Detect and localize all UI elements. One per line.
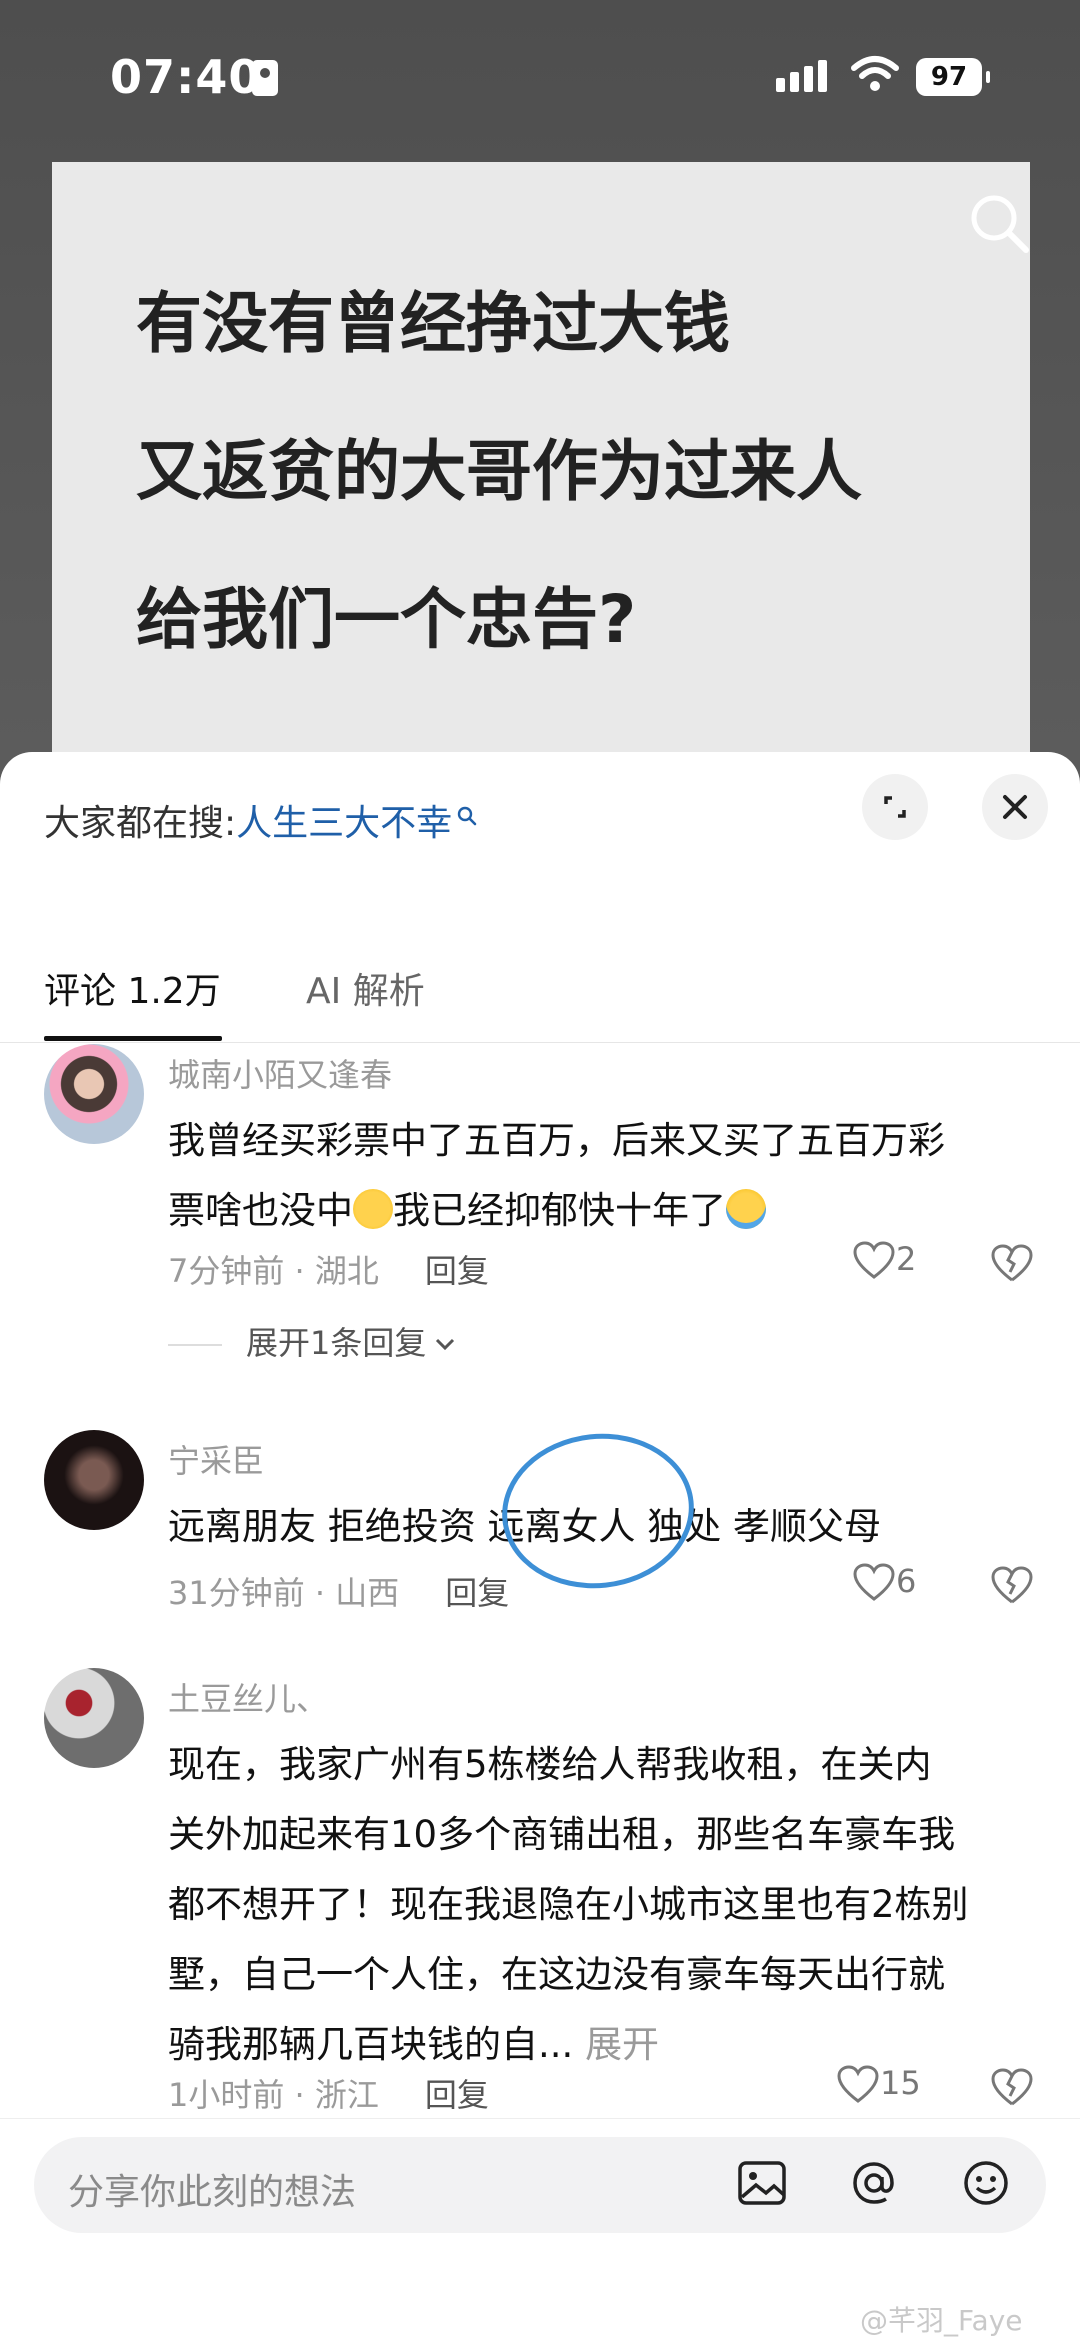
post-title-line: 有没有曾经挣过大钱 <box>136 285 730 362</box>
search-icon <box>457 806 477 826</box>
comment-text-line: 票啥也没中 <box>168 1189 353 1232</box>
post-image-card[interactable]: 有没有曾经挣过大钱 又返贫的大哥作为过来人 给我们一个忠告? <box>52 162 1030 762</box>
heart-icon <box>837 2065 879 2103</box>
comment-text-line: 我曾经买彩票中了五百万，后来又买了五百万彩 <box>168 1119 945 1162</box>
comment-text-line: 墅，自己一个人住，在这边没有豪车每天出行就 <box>168 1953 945 1996</box>
search-icon[interactable] <box>968 192 1032 256</box>
expand-text-link[interactable]: 展开 <box>585 2023 659 2066</box>
expand-replies-label: 展开1条回复 <box>246 1324 427 1362</box>
comment-time-location: 7分钟前 · 湖北 <box>168 1252 379 1290</box>
comment-meta: 1小时前 · 浙江 回复 <box>168 2070 489 2116</box>
comment-text-line: 骑我那辆几百块钱的自... <box>168 2023 574 2066</box>
broken-heart-icon[interactable] <box>990 2068 1034 2108</box>
post-title-line: 给我们一个忠告? <box>136 581 637 658</box>
like-button[interactable]: 15 <box>836 2064 921 2105</box>
expand-icon <box>884 796 906 818</box>
heart-icon <box>853 1563 895 1601</box>
comment-text: 现在，我家广州有5栋楼给人帮我收租，在关内 关外加起来有10多个商铺出租，那些名… <box>168 1730 1028 2080</box>
at-icon[interactable] <box>844 2153 904 2213</box>
close-button[interactable] <box>982 774 1048 840</box>
battery-indicator: 97 <box>916 58 990 96</box>
status-time: 07:40 <box>110 50 262 104</box>
hot-search[interactable]: 大家都在搜:人生三大不幸 <box>44 794 478 846</box>
post-title-line: 又返贫的大哥作为过来人 <box>136 433 862 510</box>
comment-meta: 31分钟前 · 山西 回复 <box>168 1568 509 1614</box>
comment-text-line: 都不想开了！现在我退隐在小城市这里也有2栋别 <box>168 1883 969 1926</box>
comment-text-line: 我已经抑郁快十年了 <box>393 1189 726 1232</box>
avatar[interactable] <box>44 1430 144 1530</box>
like-button[interactable]: 6 <box>852 1562 916 1603</box>
active-tab-indicator <box>44 1036 222 1041</box>
expand-button[interactable] <box>862 774 928 840</box>
heart-icon <box>853 1241 895 1279</box>
comment-time-location: 31分钟前 · 山西 <box>168 1574 400 1612</box>
crying-emoji-icon <box>726 1189 766 1229</box>
avatar[interactable] <box>44 1044 144 1144</box>
reply-button[interactable]: 回复 <box>425 2076 489 2114</box>
comment-time-location: 1小时前 · 浙江 <box>168 2076 379 2114</box>
reply-button[interactable]: 回复 <box>445 1574 509 1612</box>
comment-input[interactable]: 分享你此刻的想法 <box>34 2137 1046 2233</box>
chevron-down-icon <box>436 1338 455 1351</box>
tab-ai-analysis[interactable]: AI 解析 <box>306 962 425 1014</box>
tab-bar: 评论 1.2万 AI 解析 <box>0 902 1080 1043</box>
like-count: 6 <box>896 1562 917 1600</box>
like-count: 2 <box>896 1240 917 1278</box>
wifi-icon <box>851 56 899 91</box>
watermark: @芊羽_Faye <box>860 2304 1023 2337</box>
like-button[interactable]: 2 <box>852 1240 916 1281</box>
comment-composer: 分享你此刻的想法 @芊羽_Faye <box>0 2118 1080 2342</box>
comment-input-placeholder: 分享你此刻的想法 <box>68 2172 357 2213</box>
hot-search-prefix: 大家都在搜: <box>44 803 237 844</box>
comment-username[interactable]: 城南小陌又逢春 <box>168 1050 392 1096</box>
comment-text-line: 现在，我家广州有5栋楼给人帮我收租，在关内 <box>168 1743 932 1786</box>
comment-meta: 7分钟前 · 湖北 回复 <box>168 1246 489 1292</box>
image-icon[interactable] <box>732 2153 792 2213</box>
comment-username[interactable]: 宁采臣 <box>168 1436 264 1482</box>
avatar[interactable] <box>44 1668 144 1768</box>
post-image-backdrop: 07:40 97 有没有曾经挣过大钱 又返贫的大哥作为过来人 给我们一个忠告? <box>0 0 1080 762</box>
tab-comments[interactable]: 评论 1.2万 <box>44 962 221 1014</box>
broken-heart-icon[interactable] <box>990 1566 1034 1606</box>
post-title: 有没有曾经挣过大钱 又返贫的大哥作为过来人 给我们一个忠告? <box>136 250 1036 694</box>
frown-emoji-icon <box>353 1189 393 1229</box>
expand-replies[interactable]: 展开1条回复 <box>168 1318 458 1364</box>
comment-text: 我曾经买彩票中了五百万，后来又买了五百万彩 票啥也没中 我已经抑郁快十年了 <box>168 1106 1028 1246</box>
broken-heart-icon[interactable] <box>990 1244 1034 1284</box>
hot-search-keyword[interactable]: 人生三大不幸 <box>236 803 452 844</box>
comment-username[interactable]: 土豆丝儿、 <box>168 1674 328 1720</box>
comment-text-line: 关外加起来有10多个商铺出租，那些名车豪车我 <box>168 1813 956 1856</box>
reply-button[interactable]: 回复 <box>425 1252 489 1290</box>
close-icon <box>1003 795 1027 819</box>
like-count: 15 <box>880 2064 921 2102</box>
id-card-icon <box>252 60 278 96</box>
status-bar: 07:40 97 <box>0 40 1080 120</box>
emoji-icon[interactable] <box>956 2153 1016 2213</box>
